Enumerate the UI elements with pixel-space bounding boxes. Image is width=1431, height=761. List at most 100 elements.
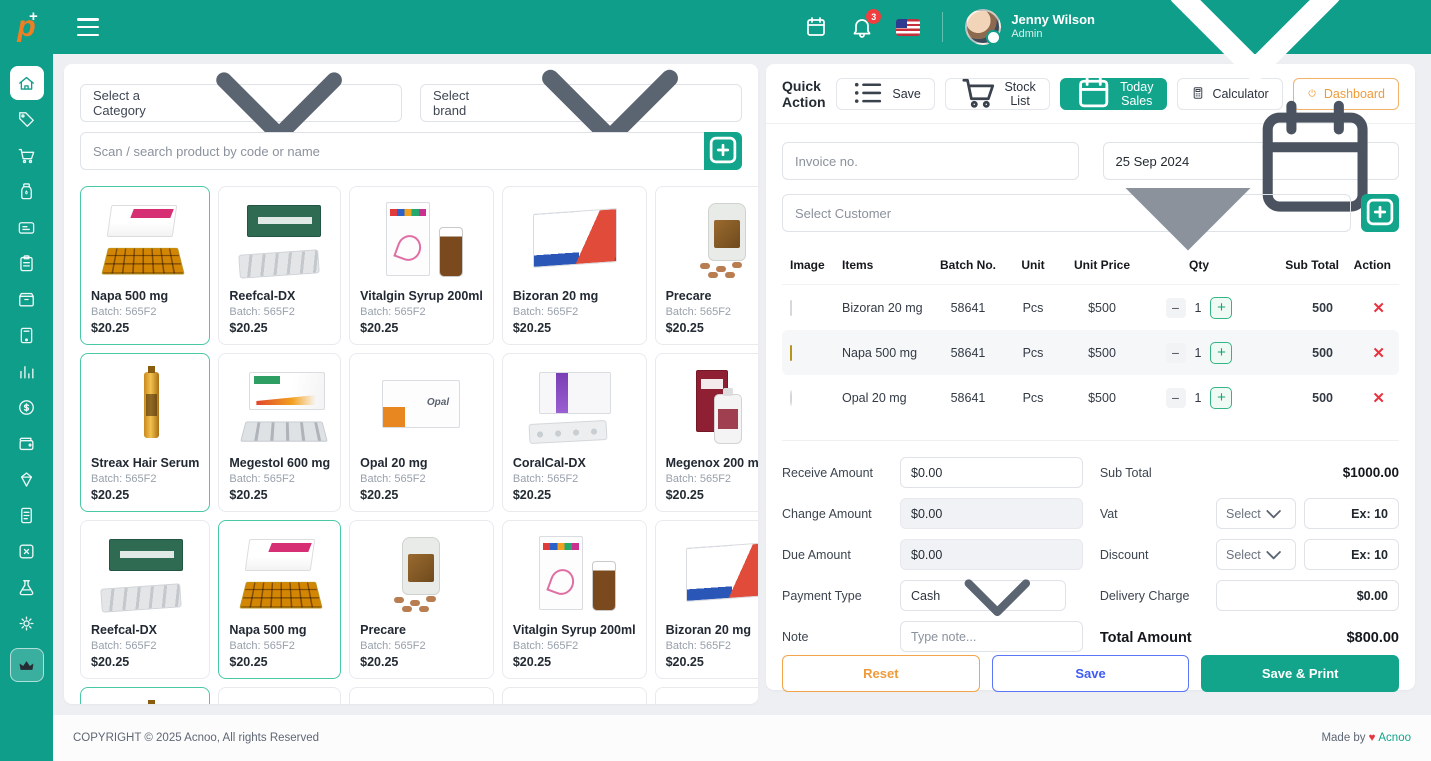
sidebar-item-flask[interactable] bbox=[10, 570, 44, 604]
avatar bbox=[965, 9, 1001, 45]
product-price: $20.25 bbox=[91, 321, 199, 335]
product-name: Reefcal-DX bbox=[229, 289, 330, 303]
product-card[interactable]: PrecareBatch: 565F2$20.25 bbox=[349, 520, 494, 679]
product-card[interactable]: CoralCal-DXBatch: 565F2$20.25 bbox=[502, 687, 647, 704]
product-image bbox=[360, 197, 483, 283]
add-product-button[interactable] bbox=[704, 132, 742, 170]
cart-row: Napa 500 mg58641Pcs$500−1+500✕ bbox=[782, 330, 1399, 375]
product-image bbox=[666, 531, 758, 617]
product-card[interactable]: Opal 20 mgBatch: 565F2$20.25 bbox=[349, 687, 494, 704]
column-header: Unit Price bbox=[1059, 258, 1145, 272]
remove-item-button[interactable]: ✕ bbox=[1366, 387, 1391, 409]
sidebar-item-clipboard[interactable] bbox=[10, 246, 44, 280]
product-card[interactable]: Napa 500 mgBatch: 565F2$20.25 bbox=[80, 186, 210, 345]
item-unit: Pcs bbox=[1007, 346, 1059, 360]
category-select[interactable]: Select a Category bbox=[80, 84, 402, 122]
change-amount-input bbox=[900, 498, 1083, 529]
product-card[interactable]: PrecareBatch: 565F2$20.25 bbox=[655, 186, 758, 345]
product-image bbox=[91, 197, 199, 283]
save-invoice-button[interactable]: Save bbox=[992, 655, 1190, 692]
app-logo[interactable]: p + bbox=[0, 0, 53, 54]
product-card[interactable]: Reefcal-DXBatch: 565F2$20.25 bbox=[218, 186, 341, 345]
cart-row: Bizoran 20 mg58641Pcs$500−1+500✕ bbox=[782, 285, 1399, 330]
product-batch: Batch: 565F2 bbox=[666, 640, 758, 652]
discount-select[interactable]: Select bbox=[1216, 539, 1296, 570]
notifications-bell-icon[interactable]: 3 bbox=[850, 15, 874, 39]
save-and-print-button[interactable]: Save & Print bbox=[1201, 655, 1399, 692]
delivery-charge-input[interactable] bbox=[1216, 580, 1399, 611]
vat-select[interactable]: Select bbox=[1216, 498, 1296, 529]
note-input[interactable] bbox=[900, 621, 1083, 652]
product-batch: Batch: 565F2 bbox=[360, 640, 483, 652]
add-customer-button[interactable] bbox=[1361, 194, 1399, 232]
topbar-right: 3 Jenny Wilson Admin bbox=[804, 0, 1431, 179]
product-name: CoralCal-DX bbox=[513, 456, 636, 470]
qty-increase-button[interactable]: + bbox=[1210, 342, 1232, 364]
customer-select-value: Select Customer bbox=[795, 206, 891, 221]
product-browser-panel: Select a Category Select brand Napa 500 … bbox=[64, 64, 758, 704]
product-card[interactable]: Vitalgin Syrup 200mlBatch: 565F2$20.25 bbox=[502, 520, 647, 679]
brand-select[interactable]: Select brand bbox=[420, 84, 742, 122]
language-flag-icon[interactable] bbox=[896, 15, 920, 39]
sidebar-item-wallet[interactable] bbox=[10, 426, 44, 460]
sidebar-item-notes[interactable] bbox=[10, 498, 44, 532]
qty-value: 1 bbox=[1195, 301, 1202, 315]
product-card[interactable]: Opal 20 mgBatch: 565F2$20.25 bbox=[349, 353, 494, 512]
item-batch: 58641 bbox=[929, 346, 1007, 360]
sidebar-item-coin[interactable] bbox=[10, 390, 44, 424]
qty-increase-button[interactable]: + bbox=[1210, 297, 1232, 319]
product-card[interactable]: Vitalgin Syrup 200mlBatch: 565F2$20.25 bbox=[349, 186, 494, 345]
sidebar-item-gem[interactable] bbox=[10, 462, 44, 496]
sidebar-item-box[interactable] bbox=[10, 282, 44, 316]
sidebar-item-chart[interactable] bbox=[10, 354, 44, 388]
sidebar-item-crown[interactable] bbox=[10, 648, 44, 682]
product-card[interactable]: Megenox 200 mgBatch: 565F2$20.25 bbox=[655, 687, 758, 704]
item-thumbnail bbox=[790, 390, 792, 406]
product-card[interactable]: Bizoran 20 mgBatch: 565F2$20.25 bbox=[655, 520, 758, 679]
sidebar-item-gear[interactable] bbox=[10, 606, 44, 640]
column-header: Action bbox=[1339, 258, 1391, 272]
vat-amount-input[interactable] bbox=[1304, 498, 1399, 529]
product-card[interactable]: Megestol 600 mgBatch: 565F2$20.25 bbox=[218, 353, 341, 512]
sidebar-item-card[interactable] bbox=[10, 210, 44, 244]
payment-type-select[interactable]: Cash bbox=[900, 580, 1066, 611]
brand-link[interactable]: Acnoo bbox=[1378, 732, 1411, 744]
sidebar-item-close-box[interactable] bbox=[10, 534, 44, 568]
product-card[interactable]: Napa 500 mgBatch: 565F2$20.25 bbox=[218, 520, 341, 679]
cart-table-body: Bizoran 20 mg58641Pcs$500−1+500✕Napa 500… bbox=[782, 285, 1399, 420]
menu-toggle-icon[interactable] bbox=[77, 18, 103, 36]
sidebar-item-home[interactable] bbox=[10, 66, 44, 100]
flask-icon bbox=[17, 578, 36, 597]
product-search-input[interactable] bbox=[80, 132, 704, 170]
product-card[interactable]: CoralCal-DXBatch: 565F2$20.25 bbox=[502, 353, 647, 512]
sidebar-item-tag[interactable] bbox=[10, 102, 44, 136]
qty-decrease-button[interactable]: − bbox=[1166, 388, 1186, 408]
calendar-icon[interactable] bbox=[804, 15, 828, 39]
discount-amount-input[interactable] bbox=[1304, 539, 1399, 570]
sidebar-item-tablet[interactable] bbox=[10, 318, 44, 352]
product-image bbox=[513, 531, 636, 617]
qty-decrease-button[interactable]: − bbox=[1166, 298, 1186, 318]
product-card[interactable]: Bizoran 20 mgBatch: 565F2$20.25 bbox=[502, 186, 647, 345]
product-card[interactable]: Reefcal-DXBatch: 565F2$20.25 bbox=[80, 520, 210, 679]
product-card[interactable]: Megestol 600 mgBatch: 565F2$20.25 bbox=[218, 687, 341, 704]
product-card[interactable]: Streax Hair SerumBatch: 565F2$20.25 bbox=[80, 353, 210, 512]
sidebar bbox=[0, 54, 53, 761]
sidebar-item-cart[interactable] bbox=[10, 138, 44, 172]
payment-type-label: Payment Type bbox=[782, 589, 900, 603]
user-menu[interactable]: Jenny Wilson Admin bbox=[965, 0, 1405, 179]
qty-decrease-button[interactable]: − bbox=[1166, 343, 1186, 363]
product-card[interactable]: Streax Hair SerumBatch: 565F2$20.25 bbox=[80, 687, 210, 704]
customer-select[interactable]: Select Customer bbox=[782, 194, 1351, 232]
qty-increase-button[interactable]: + bbox=[1210, 387, 1232, 409]
total-amount-value: $800.00 bbox=[1347, 630, 1399, 646]
reset-button[interactable]: Reset bbox=[782, 655, 980, 692]
product-image bbox=[91, 698, 199, 704]
product-image bbox=[229, 698, 330, 704]
remove-item-button[interactable]: ✕ bbox=[1366, 342, 1391, 364]
receive-amount-input[interactable] bbox=[900, 457, 1083, 488]
item-batch: 58641 bbox=[929, 301, 1007, 315]
product-card[interactable]: Megenox 200 mgBatch: 565F2$20.25 bbox=[655, 353, 758, 512]
sidebar-item-bottle[interactable] bbox=[10, 174, 44, 208]
remove-item-button[interactable]: ✕ bbox=[1366, 297, 1391, 319]
